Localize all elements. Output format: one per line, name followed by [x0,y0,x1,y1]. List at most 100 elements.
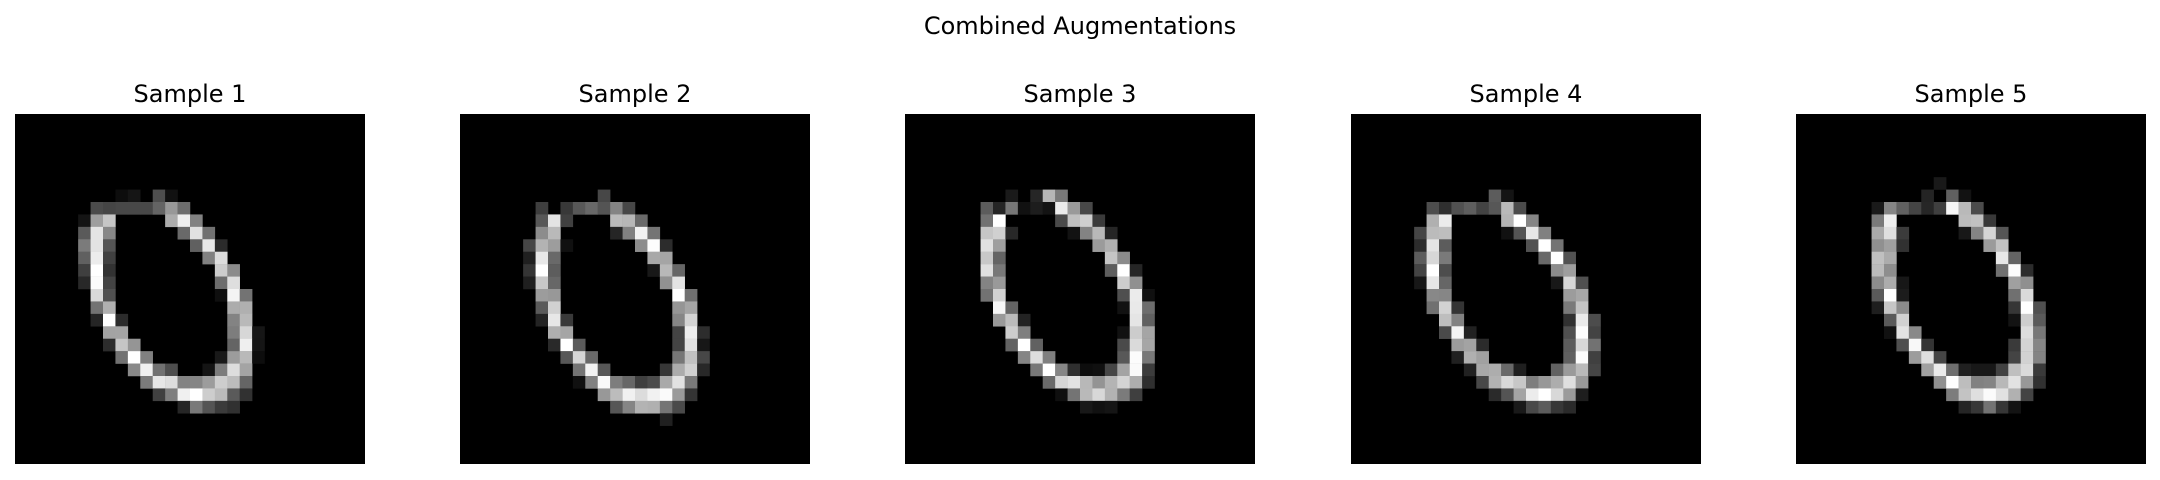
pixel [1995,376,2009,389]
pixel [2033,376,2046,389]
pixel [1142,363,1155,377]
pixel [2020,264,2034,277]
digit-image-3 [905,114,1255,464]
pixel [1005,313,1019,327]
pixel [214,363,228,377]
pixel [1080,376,1093,389]
pixel [1104,400,1118,414]
pixel [2033,363,2046,377]
pixel [214,239,228,252]
pixel [1142,289,1155,302]
pixel [177,388,191,402]
pixel [1488,189,1502,203]
pixel [548,251,561,265]
pixel [1538,251,1552,265]
pixel [1005,326,1019,339]
pixel [2020,301,2034,315]
pixel [1042,189,1056,203]
pixel [115,338,129,352]
pixel [659,239,673,252]
pixel [90,214,104,228]
pixel [684,289,698,302]
pixel [2020,276,2034,290]
sample-title-1: Sample 1 [133,80,247,108]
pixel [227,326,240,339]
pixel [2020,338,2034,352]
pixel [1104,363,1118,377]
pixel [214,400,228,414]
pixel [993,214,1006,228]
pixel [1414,226,1427,240]
pixel [1501,376,1514,389]
pixel [993,226,1006,240]
pixel [1067,376,1081,389]
pixel [684,351,698,364]
pixel [1080,214,1093,228]
pixel [1958,388,1972,402]
pixel [190,226,203,240]
pixel [1501,202,1514,215]
pixel [1042,363,1056,377]
pixel [1142,301,1155,315]
pixel [523,276,536,290]
pixel [659,363,673,377]
pixel [993,264,1006,277]
pixel [1575,376,1589,389]
pixel [1884,301,1897,315]
pixel [1476,363,1489,377]
pixel [2033,301,2046,315]
pixel [1958,363,1972,377]
pixel [672,264,685,277]
pixel [190,388,203,402]
pixel [610,214,623,228]
pixel [1117,363,1130,377]
pixel [1117,351,1130,364]
pixel [1884,313,1897,327]
pixel [1080,400,1093,414]
pixel [1142,376,1155,389]
pixel [2033,326,2046,339]
pixel [1067,202,1081,215]
pixel [635,226,648,240]
pixel [1971,376,1984,389]
pixel [1017,351,1031,364]
pixel [1476,202,1489,215]
pixel [252,326,265,339]
pixel [1476,351,1489,364]
pixel [548,289,561,302]
pixel [1476,338,1489,352]
pixel [684,313,698,327]
pixel [1526,226,1539,240]
pixel [140,376,153,389]
pixel [1042,351,1056,364]
pixel [1451,338,1465,352]
pixel [1129,376,1143,389]
pixel [1067,388,1081,402]
pixel [1092,363,1106,377]
pixel [190,400,203,414]
pixel [659,251,673,265]
pixel [1092,226,1106,240]
pixel [659,400,673,414]
pixel [152,202,166,215]
pixel [1871,276,1885,290]
pixel [1958,189,1972,203]
pixel [1067,214,1081,228]
pixel [548,326,561,339]
pixel [635,376,648,389]
pixel [535,251,549,265]
pixel [1921,351,1934,364]
figure-title: Combined Augmentations [923,12,1237,40]
pixel [177,400,191,414]
pixel [1142,351,1155,364]
pixel [1426,276,1440,290]
pixel [980,264,994,277]
pixel [1550,376,1564,389]
pixel [2020,313,2034,327]
pixel [1575,363,1589,377]
pixel [1488,376,1502,389]
sample-title-3: Sample 3 [1023,80,1137,108]
pixel [535,313,549,327]
pixel [1884,326,1897,339]
pixel [1575,289,1589,302]
